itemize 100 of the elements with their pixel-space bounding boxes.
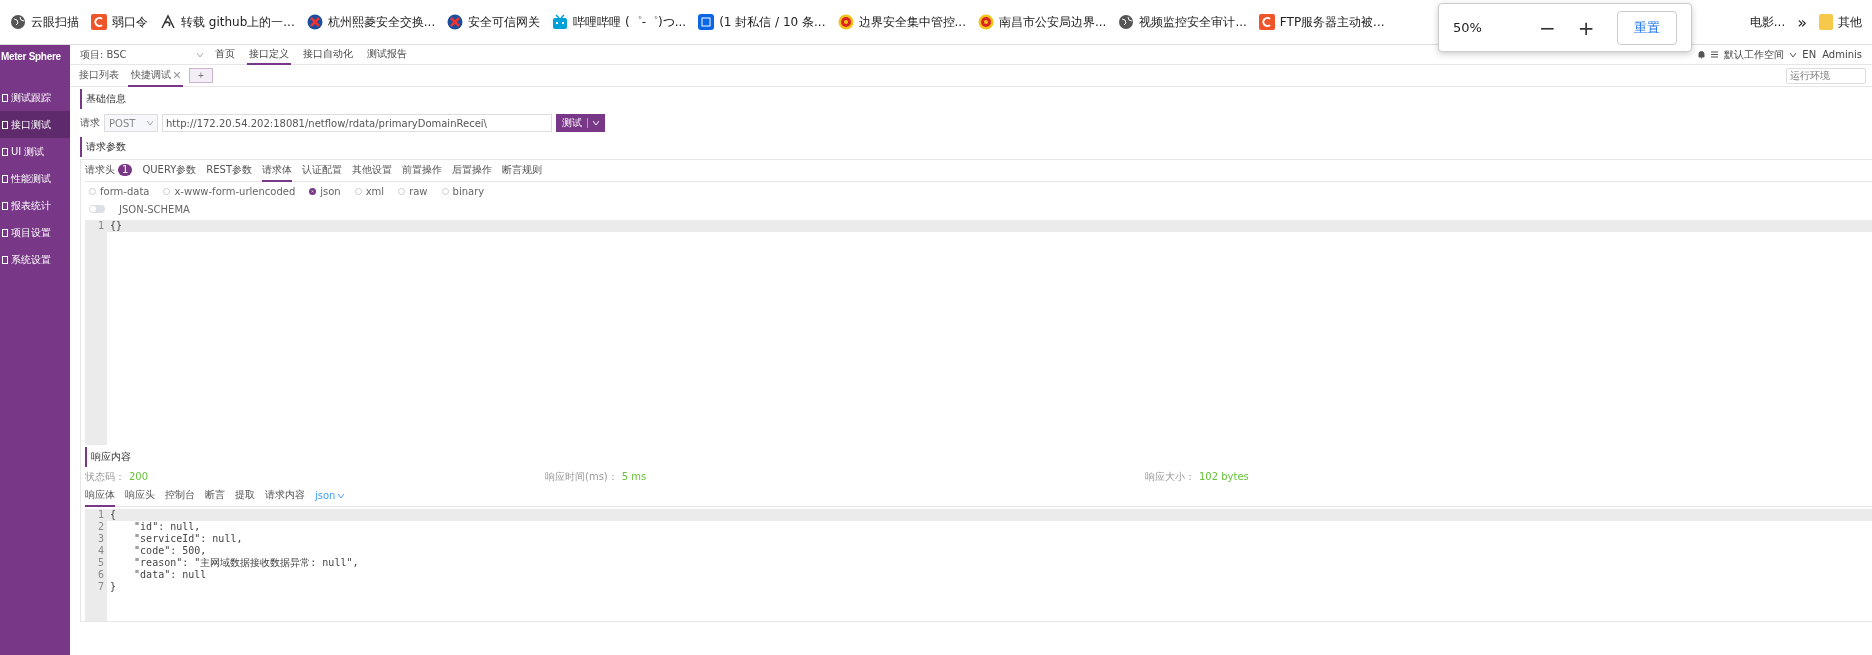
code-line: "data": null xyxy=(133,569,208,581)
response-tab[interactable]: 请求内容 xyxy=(265,484,305,507)
sidebar-item[interactable]: 项目设置 xyxy=(0,219,70,246)
swirl-icon xyxy=(160,14,176,30)
param-tab[interactable]: 请求头 1 xyxy=(85,159,133,182)
project-selector[interactable]: 项目: BSC xyxy=(80,47,127,62)
param-tab[interactable]: QUERY参数 xyxy=(142,159,197,182)
sidebar-item[interactable]: 测试跟踪 xyxy=(0,84,70,111)
workspace-selector[interactable]: 默认工作空间 xyxy=(1724,47,1785,62)
caret-icon xyxy=(196,52,203,57)
caret-icon xyxy=(1790,52,1797,57)
sub-tab[interactable]: 接口列表 xyxy=(76,64,122,87)
sidebar-item[interactable]: 系统设置 xyxy=(0,246,70,273)
bookmark[interactable]: 哔哩哔哩 (゜-゜)つ... xyxy=(546,13,693,31)
add-tab-button[interactable]: + xyxy=(189,68,213,83)
bookmark[interactable]: 视频监控安全审计... xyxy=(1112,13,1253,31)
folder-icon xyxy=(1819,14,1833,30)
radio-dot[interactable] xyxy=(309,187,317,195)
menu-icon xyxy=(2,93,8,102)
bookmark[interactable]: 杭州熙菱安全交换... xyxy=(300,13,442,31)
sidebar-item[interactable]: 报表统计 xyxy=(0,192,70,219)
code-line: "id": null, xyxy=(133,521,202,533)
user-name[interactable]: Adminis xyxy=(1822,49,1862,60)
toggle-label: JSON-SCHEMA xyxy=(119,203,190,215)
line-number: 4 xyxy=(97,545,104,557)
line-number: 7 xyxy=(97,581,104,593)
response-tab[interactable]: 提取 xyxy=(235,484,255,507)
bookmark[interactable]: (1 封私信 / 10 条... xyxy=(692,13,832,31)
response-time: 响应时间(ms)： 5 ms xyxy=(545,470,648,484)
bookmark[interactable]: 云眼扫描 xyxy=(4,13,85,31)
param-tab[interactable]: 其他设置 xyxy=(352,159,393,182)
bookmark[interactable]: FTP服务器主动被... xyxy=(1252,13,1391,31)
c-logo-icon xyxy=(1258,14,1275,30)
line-number: 1 xyxy=(97,220,104,232)
bookmark[interactable]: 电影... xyxy=(1743,13,1792,31)
sidebar-item[interactable]: 接口测试 xyxy=(0,111,70,138)
caret-icon xyxy=(593,121,599,125)
zoom-out-button[interactable]: − xyxy=(1533,15,1562,40)
line-number: 1 xyxy=(97,509,104,521)
bookmark[interactable]: 安全可信网关 xyxy=(441,13,547,31)
bookmark[interactable]: 边界安全集中管控... xyxy=(831,13,972,31)
caret-icon xyxy=(338,493,345,498)
section-title: 响应内容 xyxy=(85,447,1872,467)
code-line: "reason": "主网域数据接收数据异常: null", xyxy=(133,557,360,569)
menu-icon xyxy=(2,147,8,156)
bookmark[interactable]: 南昌市公安局边界... xyxy=(971,13,1113,31)
bookmark[interactable]: 转载 github上的一... xyxy=(154,13,301,31)
response-tab[interactable]: 响应体 xyxy=(85,484,115,507)
environment-field[interactable]: 运行环境 xyxy=(1786,67,1866,84)
url-field[interactable]: http://172.20.54.202:18081/netflow/rdata/primaryDomainRecei\ xyxy=(162,114,552,132)
sidebar-item[interactable]: 性能测试 xyxy=(0,165,70,192)
emblem-icon xyxy=(837,14,854,30)
reset-button[interactable]: 重置 xyxy=(1617,10,1677,45)
toggle-switch[interactable] xyxy=(89,205,105,213)
request-editor[interactable]: 1 {} xyxy=(85,220,1872,445)
test-button[interactable]: 测试 xyxy=(556,114,605,132)
param-tab[interactable]: 后置操作 xyxy=(452,159,493,182)
zoom-in-button[interactable]: + xyxy=(1571,15,1601,40)
body-type-radio[interactable]: json xyxy=(309,185,341,197)
more-bookmarks-button[interactable]: » xyxy=(1791,12,1813,32)
param-tab[interactable]: 断言规则 xyxy=(502,159,543,182)
nav-tab[interactable]: 接口定义 xyxy=(246,44,291,65)
bookmark-folder[interactable]: 其他 xyxy=(1813,13,1868,31)
bell-icon xyxy=(1698,50,1706,59)
body-type-radio[interactable]: xml xyxy=(354,185,385,197)
response-tab[interactable]: 控制台 xyxy=(165,484,195,507)
count-badge: 1 xyxy=(118,163,133,176)
nav-tab[interactable]: 首页 xyxy=(212,44,237,65)
param-tab[interactable]: REST参数 xyxy=(206,159,253,182)
response-tab[interactable]: 断言 xyxy=(205,484,225,507)
menu-icon xyxy=(2,228,8,237)
list-icon xyxy=(1711,51,1719,58)
code-line: "serviceId": null, xyxy=(133,533,244,545)
body-type-radio[interactable]: raw xyxy=(398,185,428,197)
line-number: 3 xyxy=(97,533,104,545)
request-label: 请求 xyxy=(80,116,100,130)
nav-tab[interactable]: 测试报告 xyxy=(364,44,409,65)
menu-icon xyxy=(2,120,8,129)
nav-tab[interactable]: 接口自动化 xyxy=(300,44,355,65)
body-type-radio[interactable]: x-www-form-urlencoded xyxy=(163,185,296,197)
sub-tab[interactable]: 快捷调试 xyxy=(128,64,183,87)
globe-icon xyxy=(1118,14,1135,30)
c-logo-icon xyxy=(91,14,107,30)
body-type-radio[interactable]: binary xyxy=(441,185,485,197)
body-type-radio[interactable]: form-data xyxy=(89,185,150,197)
close-icon[interactable] xyxy=(174,71,180,78)
bookmark[interactable]: 弱口令 xyxy=(85,13,154,31)
caret-icon xyxy=(147,121,153,125)
x-logo-icon xyxy=(306,14,323,30)
line-number: 2 xyxy=(97,521,104,533)
param-tab[interactable]: 请求体 xyxy=(262,159,293,182)
app-icon xyxy=(698,14,715,30)
zoom-level: 50% xyxy=(1453,20,1483,35)
sidebar-item[interactable]: UI 测试 xyxy=(0,138,70,165)
x-logo-icon xyxy=(447,14,464,30)
app-logo: Meter Sphere xyxy=(0,50,62,64)
language-label[interactable]: EN xyxy=(1802,49,1817,60)
response-tab[interactable]: 响应头 xyxy=(125,484,155,507)
param-tab[interactable]: 认证配置 xyxy=(302,159,343,182)
param-tab[interactable]: 前置操作 xyxy=(402,159,443,182)
